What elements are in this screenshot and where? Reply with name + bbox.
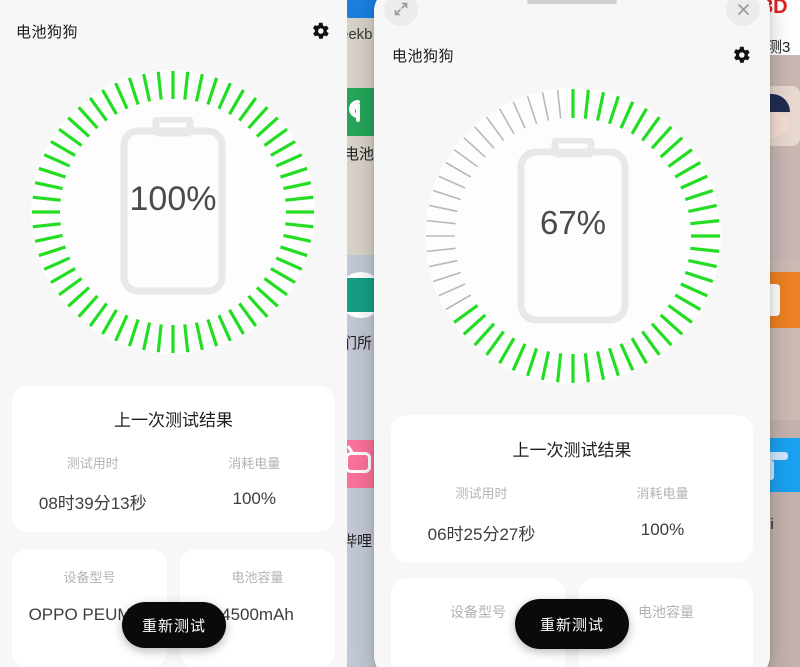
result-card-title: 上一次测试结果 [512, 441, 632, 460]
screenshot-root: eekb 电池 们所 哔哩 3D 平测3 电池狗狗 100% 上一次测试结果 测… [0, 0, 800, 667]
retest-button[interactable]: 重新测试 [515, 599, 629, 649]
metric-duration: 测试用时 06时25分27秒 [391, 483, 572, 545]
metric-value: 100% [232, 489, 276, 508]
gauge-percent-label: 100% [129, 180, 217, 218]
app-header-right: 电池狗狗 [392, 40, 752, 70]
metric-value: 08时39分13秒 [38, 494, 147, 513]
retest-button[interactable]: 重新测试 [122, 602, 226, 648]
device-model-label: 设备型号 [63, 570, 116, 585]
metric-value: 100% [640, 520, 685, 539]
window-drag-handle[interactable] [527, 0, 617, 4]
gear-icon[interactable] [309, 20, 331, 42]
battery-gauge-right: 67% [417, 80, 729, 392]
app-header-left: 电池狗狗 [16, 16, 331, 46]
gear-icon[interactable] [730, 44, 752, 66]
result-metrics-row: 测试用时 08时39分13秒 消耗电量 100% [12, 453, 335, 514]
app-title: 电池狗狗 [16, 23, 79, 41]
app-title: 电池狗狗 [392, 47, 455, 65]
result-metrics-row: 测试用时 06时25分27秒 消耗电量 100% [391, 483, 753, 545]
window-titlebar[interactable] [374, 0, 770, 32]
gauge-percent-label: 67% [539, 204, 607, 241]
metric-label: 消耗电量 [228, 456, 281, 471]
floating-window[interactable]: 电池狗狗 67% 上一次测试结果 测试用时 06时25分27秒 消耗电量 100… [374, 0, 770, 667]
close-icon[interactable] [726, 0, 760, 26]
bg-item-label: 电池 [344, 146, 375, 163]
battery-gauge-left: 100% [23, 62, 323, 362]
metric-label: 测试用时 [66, 456, 119, 471]
metric-label: 测试用时 [455, 486, 508, 501]
last-test-result-card: 上一次测试结果 测试用时 08时39分13秒 消耗电量 100% [12, 386, 335, 532]
expand-arrows-icon[interactable] [384, 0, 418, 26]
close-glyph [737, 3, 749, 15]
metric-consumed: 消耗电量 100% [174, 453, 336, 514]
app-panel-right: 电池狗狗 67% 上一次测试结果 测试用时 06时25分27秒 消耗电量 100… [374, 32, 770, 667]
last-test-result-card: 上一次测试结果 测试用时 06时25分27秒 消耗电量 100% [391, 415, 753, 562]
expand-glyph [394, 2, 408, 16]
metric-label: 消耗电量 [636, 486, 689, 501]
metric-consumed: 消耗电量 100% [572, 483, 753, 545]
battery-capacity-label: 电池容量 [231, 570, 284, 585]
metric-value: 06时25分27秒 [427, 525, 536, 544]
app-panel-left: 电池狗狗 100% 上一次测试结果 测试用时 08时39分13秒 消耗电量 10… [0, 0, 347, 667]
result-card-title: 上一次测试结果 [114, 411, 233, 430]
metric-duration: 测试用时 08时39分13秒 [12, 453, 174, 514]
